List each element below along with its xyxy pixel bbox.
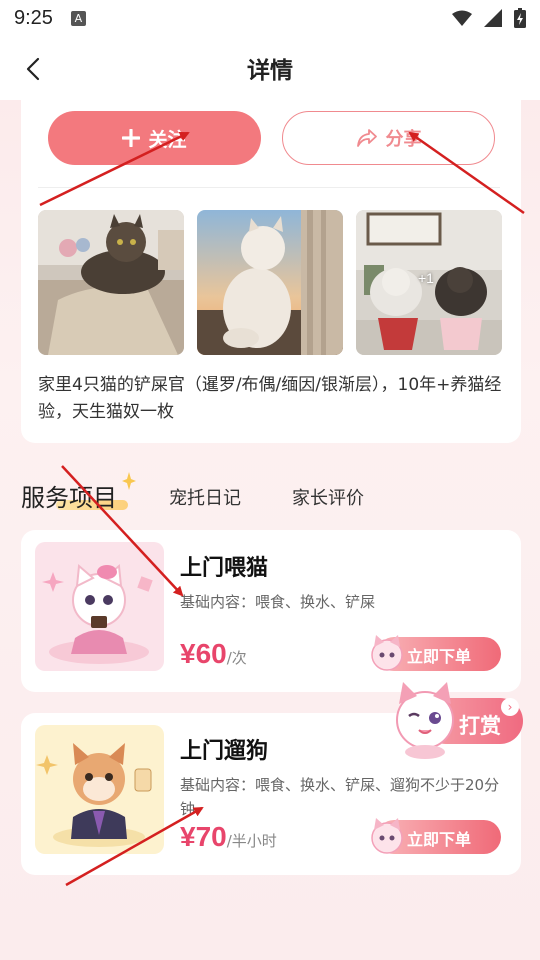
service-desc: 基础内容：喂食、换水、铲屎、遛狗不少于20分钟 xyxy=(180,776,500,818)
order-label: 立即下单 xyxy=(407,647,472,666)
service-price: ¥70/半小时 xyxy=(180,821,277,853)
service-image-dog xyxy=(35,725,164,854)
order-button[interactable]: 立即下单 xyxy=(367,816,501,856)
nav-header: 详情 xyxy=(0,36,540,100)
order-button[interactable]: 立即下单 xyxy=(367,633,501,673)
bio-text: 家里4只猫的铲屎官（暹罗/布偶/缅因/银渐层），10年+养猫经验，天生猫奴一枚 xyxy=(38,375,502,422)
price-value: 60 xyxy=(195,638,227,669)
battery-icon xyxy=(514,8,526,28)
wifi-icon xyxy=(452,10,472,26)
sparkle-icon xyxy=(122,472,136,490)
cat-mascot-icon xyxy=(371,818,403,854)
service-price: ¥60/次 xyxy=(180,638,247,670)
notification-icon: A xyxy=(70,10,86,26)
tip-button[interactable]: 打赏 › xyxy=(389,676,525,760)
tab-reviews[interactable]: 家长评价 xyxy=(292,484,364,510)
tab-bar: 服务项目 宠托日记 家长评价 xyxy=(0,470,540,520)
service-card-cat[interactable]: 上门喂猫 基础内容：喂食、换水、铲屎 ¥60/次 立即下单 xyxy=(21,530,521,692)
service-image-cat xyxy=(35,542,164,671)
signal-icon xyxy=(484,9,502,27)
share-label: 分享 xyxy=(385,129,422,150)
price-currency: ¥ xyxy=(180,638,196,669)
tab-diary[interactable]: 宠托日记 xyxy=(169,484,241,510)
photo-cat-1[interactable] xyxy=(38,210,184,355)
status-time: 9:25 xyxy=(14,6,53,29)
profile-card: 关注 分享 +1 家里4只猫的铲屎官（暹罗/布偶/缅因/银渐层），10年+养猫经… xyxy=(21,100,521,443)
service-title: 上门喂猫 xyxy=(180,556,269,581)
price-value: 70 xyxy=(195,821,227,852)
share-icon xyxy=(356,129,377,147)
service-title: 上门遛狗 xyxy=(180,739,269,764)
status-icons xyxy=(452,8,526,28)
follow-button[interactable]: 关注 xyxy=(48,111,261,165)
service-desc: 基础内容：喂食、换水、铲屎 xyxy=(180,593,376,611)
page-title: 详情 xyxy=(247,58,293,84)
cat-mascot-icon xyxy=(371,635,403,671)
status-bar: 9:25 A xyxy=(0,0,540,36)
order-label: 立即下单 xyxy=(407,830,472,849)
divider xyxy=(38,187,500,188)
cat-mascot-icon xyxy=(396,682,454,759)
back-button[interactable] xyxy=(16,52,50,86)
photo-count-badge: +1 xyxy=(418,270,434,286)
tab-services[interactable]: 服务项目 xyxy=(21,478,117,513)
price-currency: ¥ xyxy=(180,821,196,852)
price-unit: /半小时 xyxy=(226,832,277,850)
photo-cat-3[interactable]: +1 xyxy=(356,210,502,355)
chevron-left-icon xyxy=(26,57,40,81)
plus-icon xyxy=(122,129,141,147)
follow-label: 关注 xyxy=(148,128,187,151)
tip-label: 打赏 xyxy=(459,714,501,738)
chevron-right-icon: › xyxy=(501,698,519,716)
photo-cat-2[interactable] xyxy=(197,210,343,355)
price-unit: /次 xyxy=(226,649,247,667)
share-button[interactable]: 分享 xyxy=(282,111,495,165)
